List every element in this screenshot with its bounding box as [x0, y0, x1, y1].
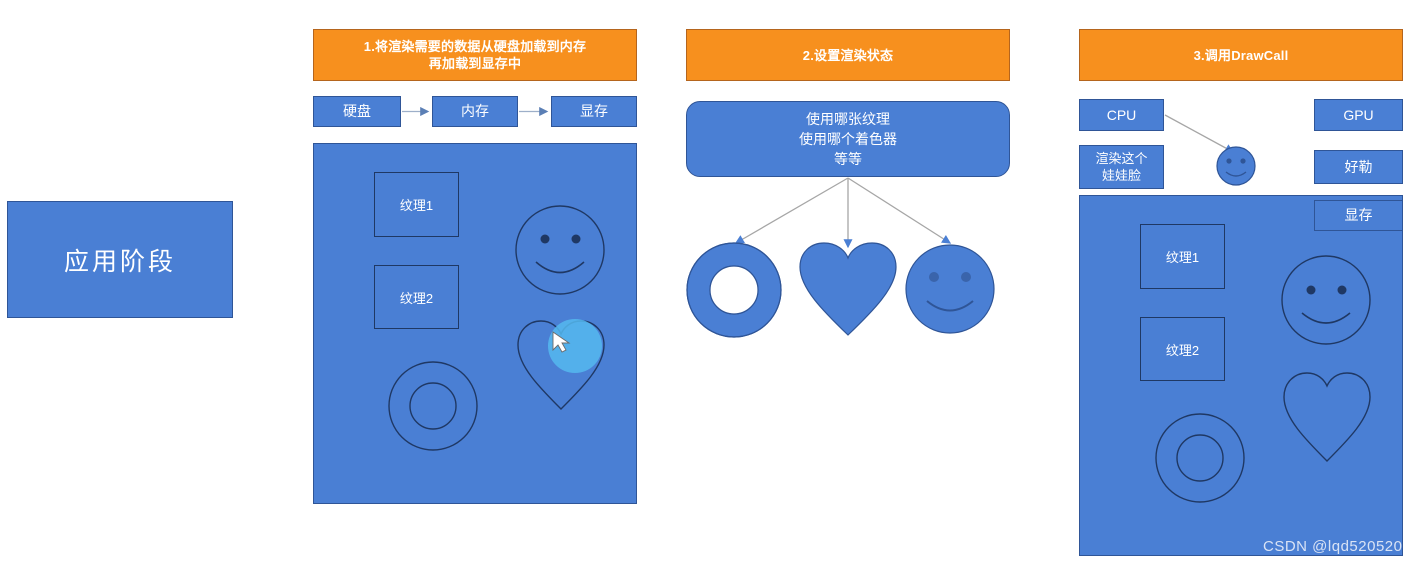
- csdn-watermark-text: CSDN @lqd520520: [1263, 538, 1403, 555]
- flow-box-disk-label: 硬盘: [343, 103, 371, 119]
- smiley-filled-col2: [905, 244, 995, 334]
- click-highlight: [548, 319, 602, 373]
- gpu-box: GPU: [1314, 99, 1403, 131]
- step-3-header: 3.调用DrawCall: [1079, 29, 1403, 81]
- vram-box: 显存: [1314, 200, 1403, 231]
- memory-panel-col3: [1079, 195, 1403, 556]
- gpu-reply-box: 好勒: [1314, 150, 1403, 184]
- texture-box-1-col3-label: 纹理1: [1165, 250, 1200, 265]
- draw-command-line-1: 渲染这个: [1095, 151, 1148, 166]
- flow-box-disk: 硬盘: [313, 96, 401, 127]
- texture-box-1-col3: 纹理1: [1140, 224, 1225, 289]
- application-stage-label: 应用阶段: [63, 247, 176, 276]
- cpu-box-label: CPU: [1106, 106, 1137, 123]
- gpu-reply-label: 好勒: [1344, 158, 1373, 175]
- diagram-canvas: 应用阶段 1.将渲染需要的数据从硬盘加载到内存 再加载到显存中 硬盘 内存 显存…: [0, 0, 1413, 568]
- heart-filled-col2: [799, 242, 897, 336]
- flow-box-memory-label: 内存: [461, 103, 489, 119]
- texture-box-2-col1: 纹理2: [374, 265, 459, 329]
- cpu-box: CPU: [1079, 99, 1164, 131]
- render-state-box: 使用哪张纹理 使用哪个着色器 等等: [686, 101, 1010, 177]
- texture-box-2-col3: 纹理2: [1140, 317, 1225, 381]
- draw-command-box: 渲染这个 娃娃脸: [1079, 145, 1164, 189]
- application-stage-box: 应用阶段: [7, 201, 233, 318]
- render-state-line-2: 使用哪个着色器: [799, 131, 897, 147]
- step-2-header-label: 2.设置渲染状态: [802, 47, 894, 63]
- texture-box-2-col3-label: 纹理2: [1165, 342, 1200, 358]
- vram-box-label: 显存: [1344, 207, 1373, 223]
- render-state-line-3: 等等: [834, 151, 862, 167]
- gpu-box-label: GPU: [1343, 106, 1374, 123]
- csdn-watermark: CSDN @lqd520520: [1263, 538, 1402, 555]
- texture-box-2-col1-label: 纹理2: [399, 290, 434, 306]
- step-1-header: 1.将渲染需要的数据从硬盘加载到内存 再加载到显存中: [313, 29, 637, 81]
- step-3-header-label: 3.调用DrawCall: [1193, 47, 1289, 63]
- flow-box-vram-label: 显存: [580, 103, 608, 119]
- flow-box-memory: 内存: [432, 96, 518, 127]
- donut-filled-col2: [686, 242, 782, 338]
- step-1-header-line-1: 1.将渲染需要的数据从硬盘加载到内存: [363, 39, 587, 54]
- step-1-header-line-2: 再加载到显存中: [428, 56, 522, 71]
- flow-box-vram: 显存: [551, 96, 637, 127]
- draw-command-line-2: 娃娃脸: [1101, 168, 1141, 183]
- texture-box-1-col1: 纹理1: [374, 172, 459, 237]
- texture-box-1-col1-label: 纹理1: [399, 198, 434, 213]
- step-2-header: 2.设置渲染状态: [686, 29, 1010, 81]
- smiley-filled-col3: [1216, 146, 1256, 186]
- render-state-connectors: [734, 177, 952, 249]
- render-state-line-1: 使用哪张纹理: [806, 111, 890, 127]
